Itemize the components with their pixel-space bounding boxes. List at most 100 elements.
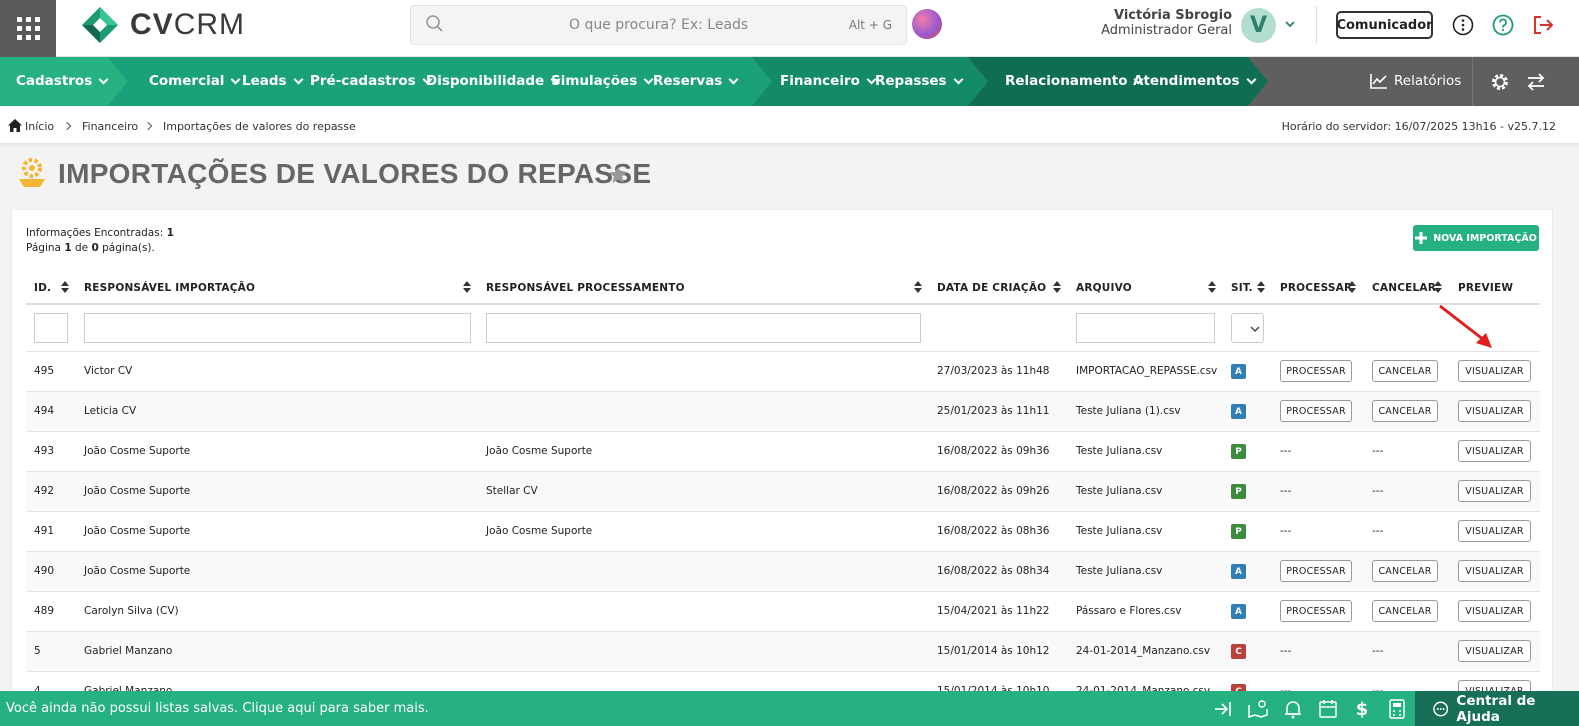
nav-item-comercial[interactable]: Comercial <box>149 73 241 89</box>
cell-data-criacao: 16/08/2022 às 09h36 <box>937 445 1050 457</box>
filter-id-input[interactable] <box>34 313 68 343</box>
cancel-button[interactable]: CANCELAR <box>1372 400 1438 422</box>
footer-bar: Você ainda não possui listas salvas. Cli… <box>0 691 1579 726</box>
bell-icon[interactable] <box>1284 699 1302 719</box>
sort-icon[interactable] <box>1053 281 1061 293</box>
chevron-down-icon[interactable] <box>1284 18 1296 30</box>
cancel-button-empty: --- <box>1372 645 1384 657</box>
gear-icon[interactable] <box>1490 72 1510 92</box>
sort-icon[interactable] <box>1257 281 1265 293</box>
sort-icon[interactable] <box>463 281 471 293</box>
page-title: IMPORTAÇÕES DE VALORES DO REPASSE <box>58 158 652 189</box>
sort-icon[interactable] <box>1434 281 1442 293</box>
sort-icon[interactable] <box>1208 281 1216 293</box>
global-search[interactable]: O que procura? Ex: Leads Alt + G <box>410 5 907 45</box>
nav-item-financeiro[interactable]: Financeiro <box>780 73 877 89</box>
import-page-icon <box>19 158 45 187</box>
apps-menu-button[interactable] <box>0 0 56 57</box>
nav-item-repasses[interactable]: Repasses <box>875 73 964 89</box>
process-button-empty: --- <box>1280 645 1292 657</box>
nav-item-simulacoes[interactable]: Simulações <box>551 73 654 89</box>
map-pin-icon[interactable] <box>1247 699 1269 719</box>
col-header-id[interactable]: ID. <box>34 282 51 294</box>
process-button-empty: --- <box>1280 525 1292 537</box>
cell-responsavel-importacao: João Cosme Suporte <box>84 565 191 577</box>
calculator-icon[interactable] <box>1388 699 1406 719</box>
col-header-responsavel-importacao[interactable]: RESPONSÁVEL IMPORTAÇÃO <box>84 282 255 294</box>
collapse-right-icon[interactable] <box>1213 699 1233 719</box>
col-header-cancelar[interactable]: CANCELAR <box>1372 282 1436 294</box>
process-button[interactable]: PROCESSAR <box>1280 600 1352 622</box>
saved-lists-message[interactable]: Você ainda não possui listas salvas. Cli… <box>6 701 429 716</box>
cancel-button[interactable]: CANCELAR <box>1372 360 1438 382</box>
status-badge: A <box>1231 364 1246 379</box>
user-role: Administrador Geral <box>1101 23 1232 38</box>
cell-id: 490 <box>34 565 55 577</box>
results-info: Informações Encontradas: 1 Página 1 de 0… <box>26 227 174 254</box>
process-button[interactable]: PROCESSAR <box>1280 360 1352 382</box>
table-row: 490 João Cosme Suporte 16/08/2022 às 08h34… <box>26 551 1540 591</box>
preview-button[interactable]: VISUALIZAR <box>1458 480 1531 502</box>
more-vertical-icon[interactable] <box>1452 14 1474 36</box>
nav-item-disponibilidade[interactable]: Disponibilidade <box>426 73 561 89</box>
nav-item-atendimentos[interactable]: Atendimentos <box>1133 73 1257 89</box>
help-center-button[interactable]: Central de Ajuda <box>1415 691 1579 726</box>
col-header-situacao[interactable]: SIT. <box>1231 282 1253 294</box>
nav-item-leads[interactable]: Leads <box>242 73 304 89</box>
table-row: 494 Leticia CV 25/01/2023 às 11h11 Teste Ju… <box>26 391 1540 431</box>
nav-item-relatorios[interactable]: Relatórios <box>1370 73 1461 89</box>
cancel-button[interactable]: CANCELAR <box>1372 600 1438 622</box>
nav-item-cadastros[interactable]: Cadastros <box>16 73 109 89</box>
col-header-processar[interactable]: PROCESSAR <box>1280 282 1352 294</box>
breadcrumb-home[interactable]: Início <box>25 120 54 133</box>
cell-responsavel-importacao: João Cosme Suporte <box>84 485 191 497</box>
cancel-button-empty: --- <box>1372 525 1384 537</box>
assistant-orb-icon[interactable] <box>912 9 942 39</box>
breadcrumb-financeiro[interactable]: Financeiro <box>82 120 138 133</box>
filter-situacao-select[interactable] <box>1231 313 1264 343</box>
sort-icon[interactable] <box>61 281 69 293</box>
filter-arquivo-input[interactable] <box>1076 313 1215 343</box>
search-icon <box>426 15 443 32</box>
preview-button[interactable]: VISUALIZAR <box>1458 400 1531 422</box>
nav-item-pre-cadastros[interactable]: Pré-cadastros <box>310 73 433 89</box>
preview-button[interactable]: VISUALIZAR <box>1458 520 1531 542</box>
calendar-icon[interactable] <box>1318 699 1338 719</box>
nav-item-relacionamento[interactable]: Relacionamento <box>1005 73 1144 89</box>
process-button[interactable]: PROCESSAR <box>1280 400 1352 422</box>
help-icon[interactable] <box>1492 14 1514 36</box>
logout-icon[interactable] <box>1532 14 1556 36</box>
new-import-button[interactable]: NOVA IMPORTAÇÃO <box>1413 225 1539 251</box>
home-icon[interactable] <box>8 119 22 132</box>
sort-icon[interactable] <box>1348 281 1356 293</box>
cvcrm-logo[interactable]: CVCRM <box>80 5 245 45</box>
col-header-arquivo[interactable]: ARQUIVO <box>1076 282 1132 294</box>
col-header-responsavel-processamento[interactable]: RESPONSÁVEL PROCESSAMENTO <box>486 282 685 294</box>
preview-button[interactable]: VISUALIZAR <box>1458 600 1531 622</box>
cancel-button[interactable]: CANCELAR <box>1372 560 1438 582</box>
filter-responsavel-importacao-input[interactable] <box>84 313 471 343</box>
divider <box>1316 6 1317 44</box>
star-icon[interactable] <box>608 165 628 185</box>
filter-responsavel-processamento-input[interactable] <box>486 313 921 343</box>
preview-button[interactable]: VISUALIZAR <box>1458 360 1531 382</box>
col-header-data-criacao[interactable]: DATA DE CRIAÇÃO <box>937 282 1046 294</box>
svg-text:$: $ <box>1356 699 1369 719</box>
cell-arquivo: Pássaro e Flores.csv <box>1076 605 1182 617</box>
sort-icon[interactable] <box>914 281 922 293</box>
process-button[interactable]: PROCESSAR <box>1280 560 1352 582</box>
preview-button[interactable]: VISUALIZAR <box>1458 560 1531 582</box>
preview-button[interactable]: VISUALIZAR <box>1458 440 1531 462</box>
user-info[interactable]: Victória Sbrogio Administrador Geral <box>1080 8 1232 38</box>
col-header-preview: PREVIEW <box>1458 282 1514 294</box>
swap-icon[interactable] <box>1526 72 1546 92</box>
nav-item-reservas[interactable]: Reservas <box>653 73 739 89</box>
avatar[interactable]: V <box>1241 8 1276 43</box>
table-row: 492 João Cosme Suporte Stellar CV 16/08/202… <box>26 471 1540 511</box>
cell-responsavel-processamento: Stellar CV <box>486 485 538 497</box>
cell-data-criacao: 15/01/2014 às 10h12 <box>937 645 1050 657</box>
communicator-button[interactable]: Comunicador <box>1336 11 1433 39</box>
dollar-icon[interactable]: $ <box>1354 699 1370 719</box>
cell-id: 491 <box>34 525 55 537</box>
preview-button[interactable]: VISUALIZAR <box>1458 640 1531 662</box>
